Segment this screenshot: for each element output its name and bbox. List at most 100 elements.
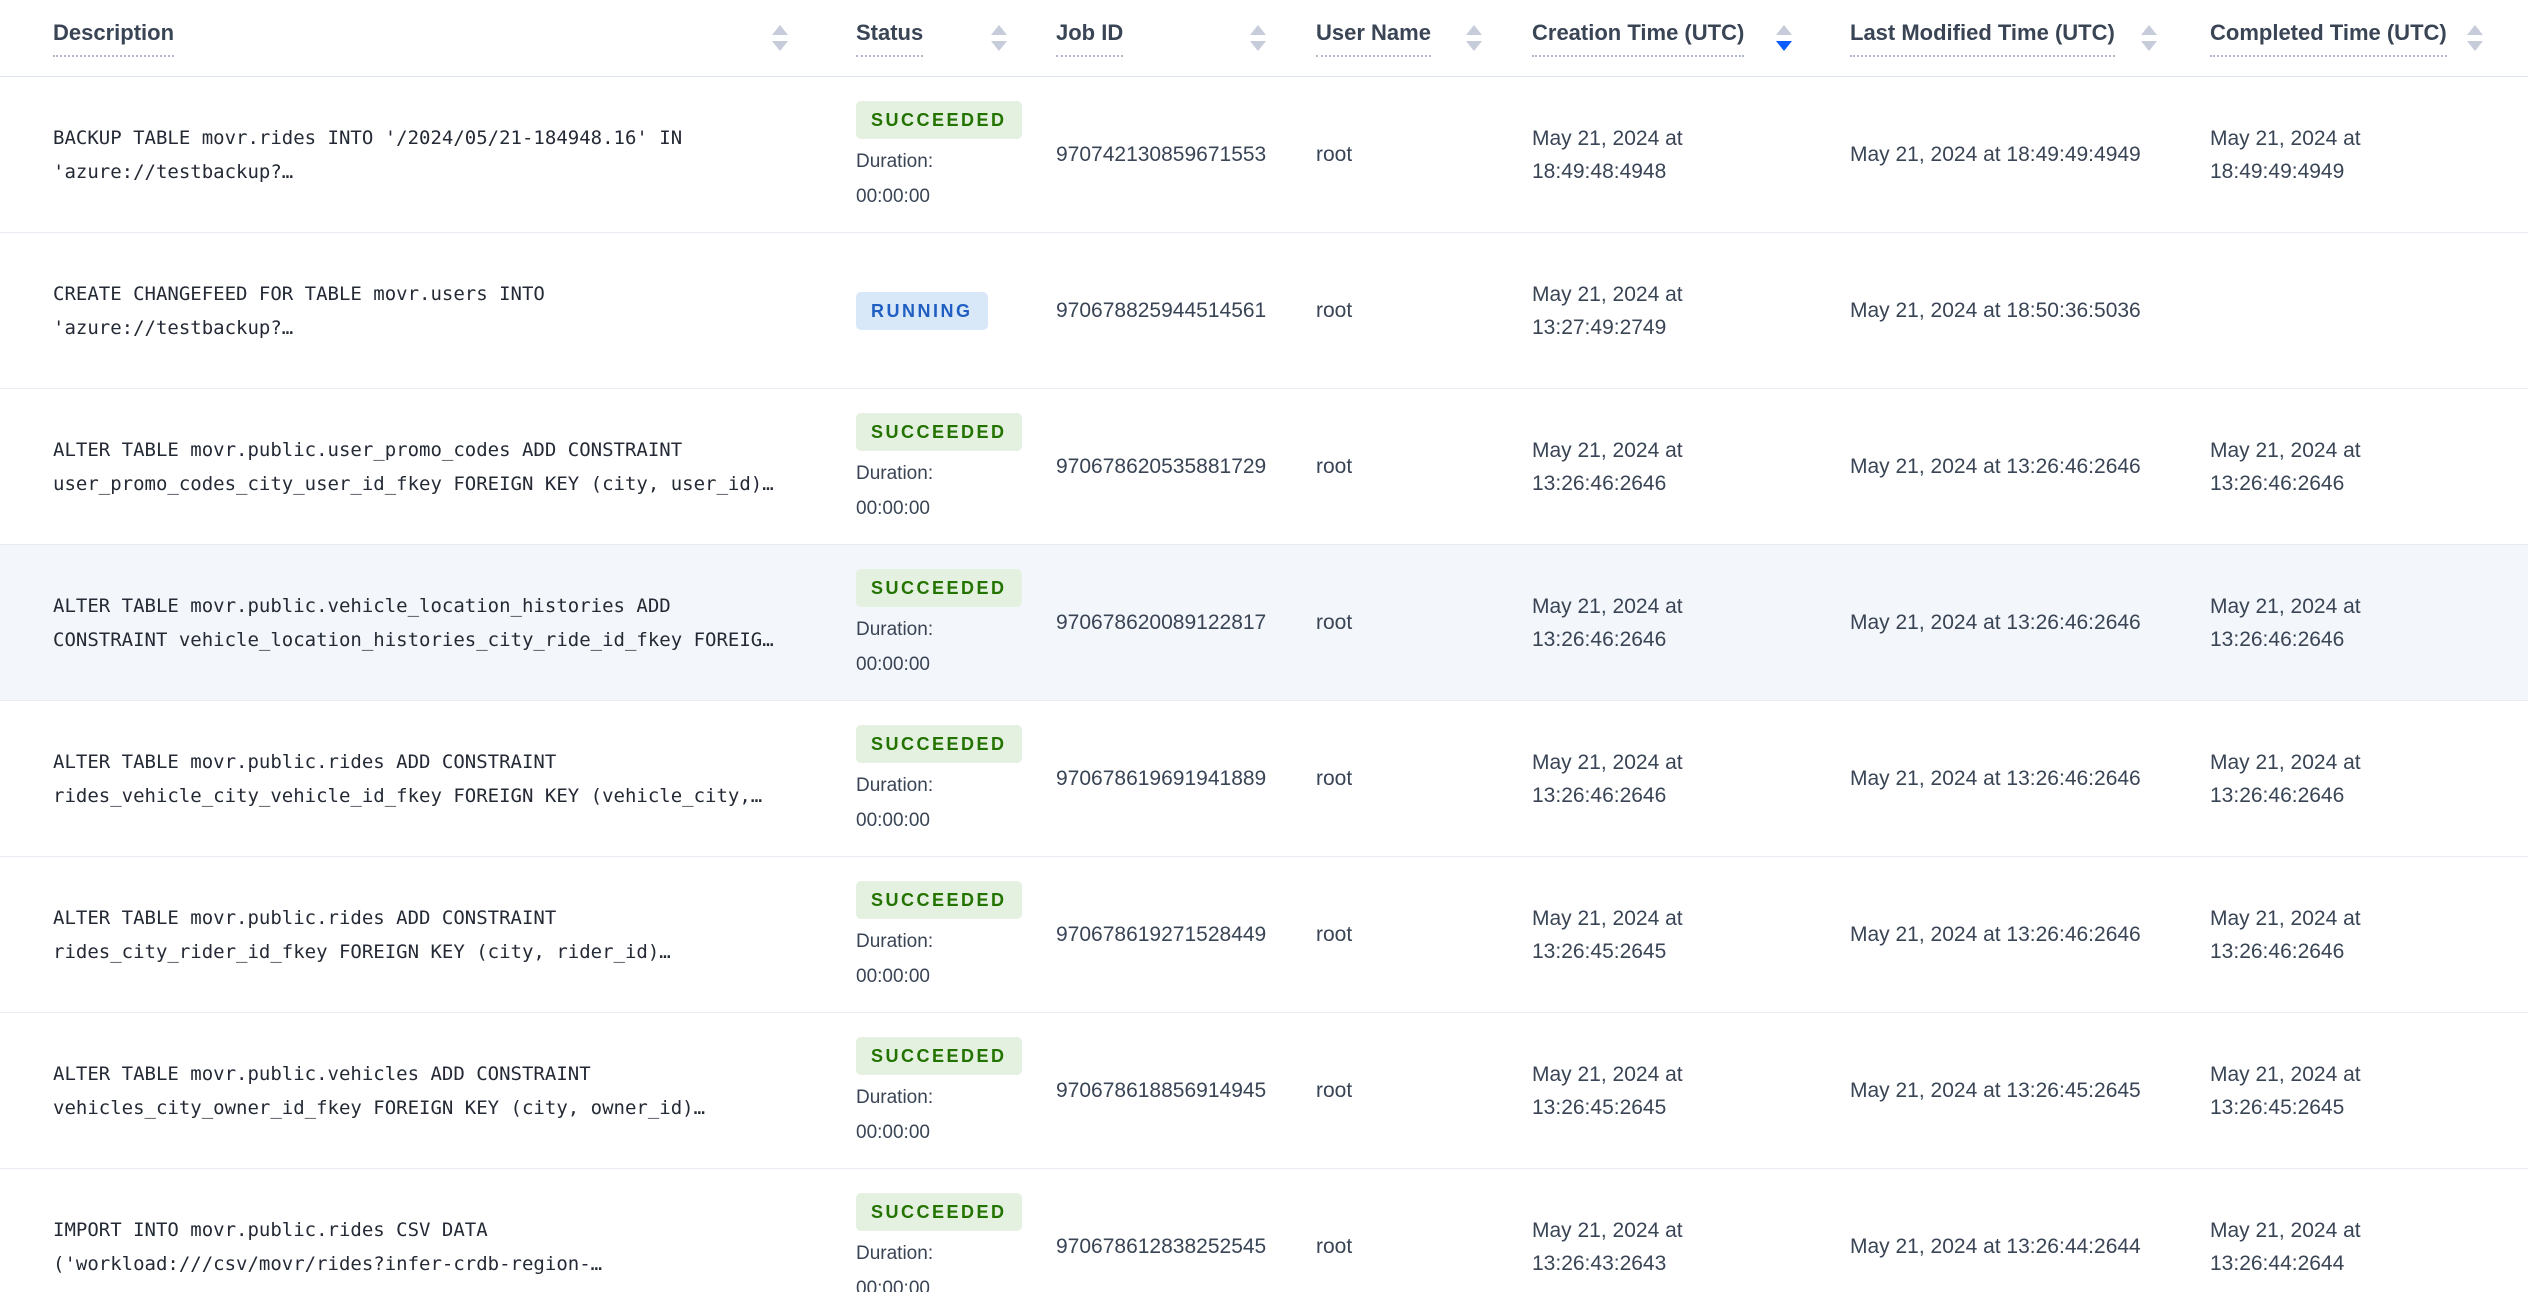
description-cell[interactable]: ALTER TABLE movr.public.vehicles ADD CON… (0, 1013, 835, 1168)
column-header-job-id[interactable]: Job ID (1035, 20, 1290, 57)
sort-desc-icon[interactable] (1250, 41, 1266, 51)
status-cell: RUNNING (835, 233, 1035, 388)
job-description: ALTER TABLE movr.public.user_promo_codes… (53, 438, 774, 495)
job-id-cell: 970742130859671553 (1035, 77, 1290, 232)
column-header-last-modified-time[interactable]: Last Modified Time (UTC) (1820, 20, 2185, 57)
completed-time: May 21, 2024 at 13:26:45:2645 (2210, 1062, 2361, 1119)
user-name-cell: root (1290, 77, 1510, 232)
description-cell[interactable]: IMPORT INTO movr.public.rides CSV DATA (… (0, 1169, 835, 1292)
sort-desc-icon[interactable] (772, 41, 788, 51)
creation-time-cell: May 21, 2024 at 13:26:43:2643 (1510, 1169, 1820, 1292)
completed-time-cell: May 21, 2024 at 13:26:46:2646 (2185, 857, 2528, 1012)
sort-arrows-icon[interactable] (1466, 25, 1482, 51)
duration-value: 00:00:00 (856, 653, 930, 675)
description-cell[interactable]: ALTER TABLE movr.public.rides ADD CONSTR… (0, 701, 835, 856)
job-id-cell: 970678612838252545 (1035, 1169, 1290, 1292)
table-row[interactable]: ALTER TABLE movr.public.vehicle_location… (0, 545, 2528, 701)
duration-value: 00:00:00 (856, 965, 930, 987)
last-modified-time-cell: May 21, 2024 at 13:26:44:2644 (1820, 1169, 2185, 1292)
last-modified-time-cell: May 21, 2024 at 13:26:46:2646 (1820, 701, 2185, 856)
column-header-status[interactable]: Status (835, 20, 1035, 57)
sort-arrows-icon[interactable] (2467, 25, 2483, 51)
column-header-label: Completed Time (UTC) (2210, 20, 2447, 57)
duration-value: 00:00:00 (856, 185, 930, 207)
completed-time-cell: May 21, 2024 at 13:26:44:2644 (2185, 1169, 2528, 1292)
sort-asc-icon[interactable] (772, 25, 788, 35)
job-description: ALTER TABLE movr.public.rides ADD CONSTR… (53, 750, 763, 807)
duration-value: 00:00:00 (856, 1277, 930, 1292)
job-description: BACKUP TABLE movr.rides INTO '/2024/05/2… (53, 126, 683, 183)
column-header-description[interactable]: Description (0, 20, 835, 57)
creation-time-cell: May 21, 2024 at 13:26:46:2646 (1510, 545, 1820, 700)
sort-desc-icon[interactable] (1466, 41, 1482, 51)
sort-arrows-icon[interactable] (1776, 25, 1792, 51)
sort-arrows-icon[interactable] (1250, 25, 1266, 51)
last-modified-time: May 21, 2024 at 13:26:46:2646 (1850, 767, 2141, 790)
last-modified-time-cell: May 21, 2024 at 18:49:49:4949 (1820, 77, 2185, 232)
last-modified-time: May 21, 2024 at 13:26:45:2645 (1850, 1079, 2141, 1102)
job-description: ALTER TABLE movr.public.rides ADD CONSTR… (53, 906, 671, 963)
description-cell[interactable]: ALTER TABLE movr.public.vehicle_location… (0, 545, 835, 700)
column-header-creation-time[interactable]: Creation Time (UTC) (1510, 20, 1820, 57)
last-modified-time-cell: May 21, 2024 at 18:50:36:5036 (1820, 233, 2185, 388)
status-badge: SUCCEEDED (856, 1192, 1022, 1231)
sort-desc-icon[interactable] (991, 41, 1007, 51)
duration-label: Duration: (856, 150, 934, 172)
creation-time: May 21, 2024 at 13:26:45:2645 (1532, 906, 1683, 963)
duration-label: Duration: (856, 1086, 934, 1108)
completed-time: May 21, 2024 at 13:26:46:2646 (2210, 594, 2361, 651)
sort-asc-icon[interactable] (2141, 25, 2157, 35)
duration-value: 00:00:00 (856, 1121, 930, 1143)
description-cell[interactable]: BACKUP TABLE movr.rides INTO '/2024/05/2… (0, 77, 835, 232)
table-row[interactable]: ALTER TABLE movr.public.rides ADD CONSTR… (0, 857, 2528, 1013)
creation-time: May 21, 2024 at 13:26:46:2646 (1532, 750, 1683, 807)
duration-label: Duration: (856, 930, 934, 952)
sort-arrows-icon[interactable] (991, 25, 1007, 51)
creation-time: May 21, 2024 at 13:26:46:2646 (1532, 438, 1683, 495)
creation-time: May 21, 2024 at 13:26:43:2643 (1532, 1218, 1683, 1275)
sort-asc-icon[interactable] (2467, 25, 2483, 35)
column-header-user-name[interactable]: User Name (1290, 20, 1510, 57)
job-id: 970678612838252545 (1056, 1234, 1267, 1258)
user-name: root (1316, 922, 1353, 946)
table-row[interactable]: ALTER TABLE movr.public.vehicles ADD CON… (0, 1013, 2528, 1169)
creation-time-cell: May 21, 2024 at 13:27:49:2749 (1510, 233, 1820, 388)
table-row[interactable]: BACKUP TABLE movr.rides INTO '/2024/05/2… (0, 77, 2528, 233)
table-row[interactable]: ALTER TABLE movr.public.user_promo_codes… (0, 389, 2528, 545)
user-name-cell: root (1290, 389, 1510, 544)
job-id-cell: 970678619691941889 (1035, 701, 1290, 856)
table-row[interactable]: IMPORT INTO movr.public.rides CSV DATA (… (0, 1169, 2528, 1292)
description-cell[interactable]: CREATE CHANGEFEED FOR TABLE movr.users I… (0, 233, 835, 388)
sort-asc-icon[interactable] (991, 25, 1007, 35)
status-badge: RUNNING (856, 291, 988, 330)
description-cell[interactable]: ALTER TABLE movr.public.rides ADD CONSTR… (0, 857, 835, 1012)
table-body: BACKUP TABLE movr.rides INTO '/2024/05/2… (0, 77, 2528, 1292)
duration-value: 00:00:00 (856, 809, 930, 831)
user-name: root (1316, 142, 1353, 166)
job-id: 970678619271528449 (1056, 922, 1267, 946)
description-cell[interactable]: ALTER TABLE movr.public.user_promo_codes… (0, 389, 835, 544)
sort-asc-icon[interactable] (1776, 25, 1792, 35)
completed-time-cell: May 21, 2024 at 13:26:46:2646 (2185, 389, 2528, 544)
user-name-cell: root (1290, 701, 1510, 856)
sort-arrows-icon[interactable] (772, 25, 788, 51)
job-id-cell: 970678620535881729 (1035, 389, 1290, 544)
user-name: root (1316, 298, 1353, 322)
column-header-completed-time[interactable]: Completed Time (UTC) (2185, 20, 2528, 57)
user-name-cell: root (1290, 1013, 1510, 1168)
status-badge: SUCCEEDED (856, 880, 1022, 919)
sort-desc-icon[interactable] (2467, 41, 2483, 51)
sort-desc-icon[interactable] (1776, 41, 1792, 51)
duration-value: 00:00:00 (856, 497, 930, 519)
sort-asc-icon[interactable] (1250, 25, 1266, 35)
table-row[interactable]: ALTER TABLE movr.public.rides ADD CONSTR… (0, 701, 2528, 857)
sort-arrows-icon[interactable] (2141, 25, 2157, 51)
last-modified-time: May 21, 2024 at 18:49:49:4949 (1850, 143, 2141, 166)
job-description: ALTER TABLE movr.public.vehicles ADD CON… (53, 1062, 706, 1119)
sort-desc-icon[interactable] (2141, 41, 2157, 51)
table-row[interactable]: CREATE CHANGEFEED FOR TABLE movr.users I… (0, 233, 2528, 389)
sort-asc-icon[interactable] (1466, 25, 1482, 35)
status-cell: SUCCEEDED Duration: 00:00:00 (835, 701, 1035, 856)
duration-label: Duration: (856, 1242, 934, 1264)
status-cell: SUCCEEDED Duration: 00:00:00 (835, 77, 1035, 232)
